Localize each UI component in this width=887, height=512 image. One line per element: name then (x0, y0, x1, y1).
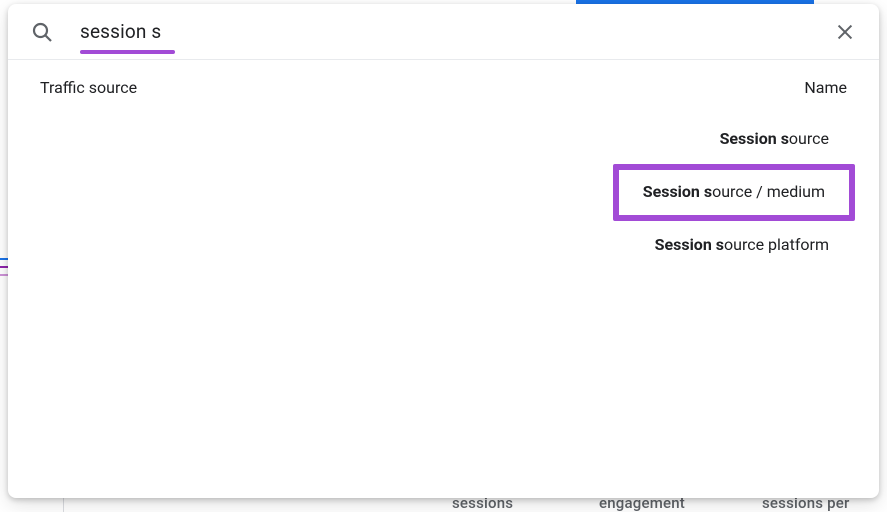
annotation-underline (80, 50, 175, 54)
results-list: Session source Session source / medium S… (8, 97, 879, 267)
result-session-source-medium[interactable]: Session source / medium (613, 164, 855, 221)
close-icon[interactable] (831, 18, 859, 46)
header-left: Traffic source (40, 78, 137, 97)
search-input[interactable] (80, 20, 831, 43)
search-icon (30, 20, 54, 44)
header-right: Name (804, 78, 847, 97)
search-modal: Traffic source Name Session source Sessi… (8, 4, 879, 498)
background-vline (63, 498, 64, 512)
result-session-source-platform[interactable]: Session source platform (637, 223, 847, 268)
column-headers: Traffic source Name (8, 60, 879, 97)
result-session-source[interactable]: Session source (702, 117, 847, 162)
